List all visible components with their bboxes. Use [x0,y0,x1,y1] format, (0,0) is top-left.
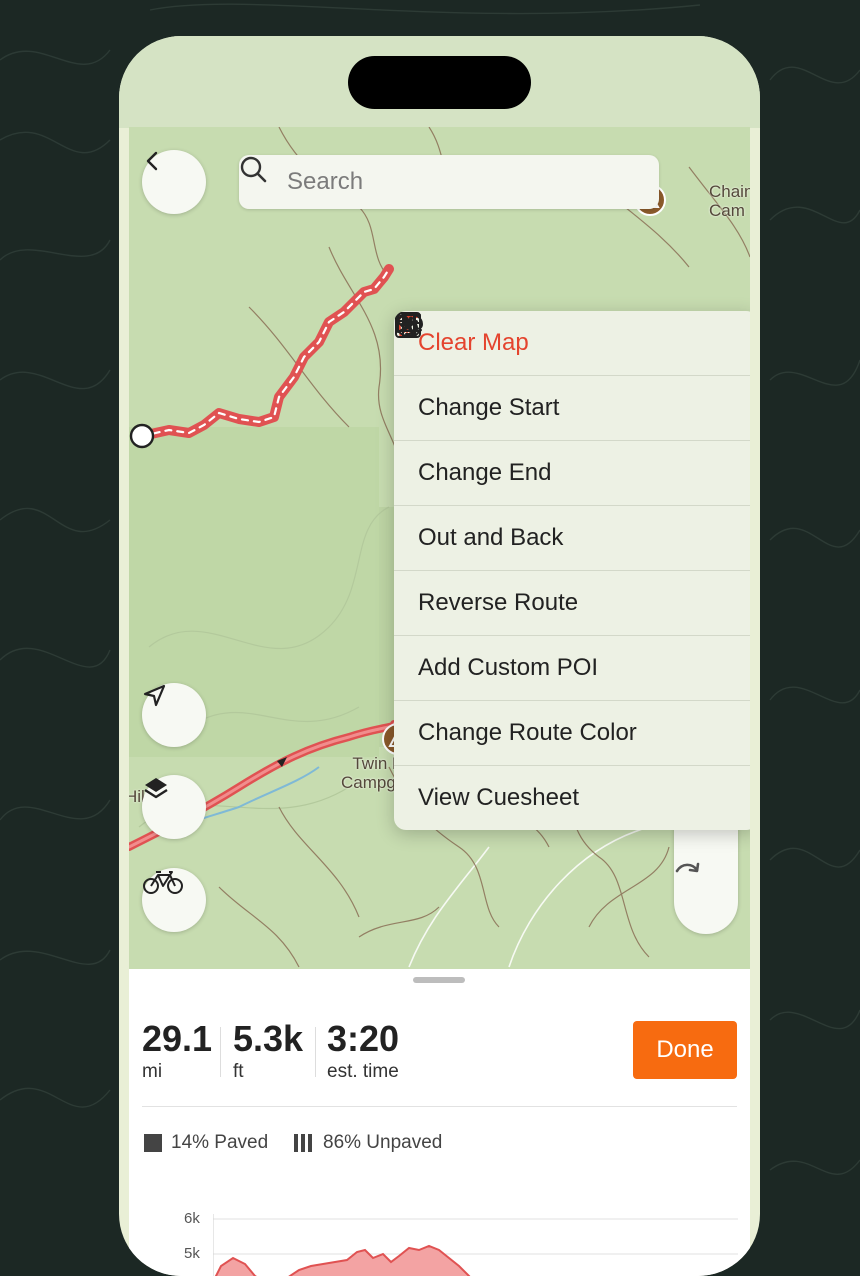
elevation-unit: ft [233,1061,244,1082]
layers-button[interactable] [142,775,206,839]
search-bar[interactable] [239,155,659,209]
menu-item-label: Add Custom POI [418,654,599,681]
redo-button[interactable] [674,861,738,934]
time-unit: est. time [327,1061,399,1082]
menu-item-change-start[interactable]: Change Start [394,313,750,440]
time-value: 3:20 [327,1018,400,1059]
map-view[interactable]: Twin Falls Campground Hill Chain Cam [129,127,750,969]
elevation-tick-label: 6k [184,1210,200,1227]
palette-icon [394,312,732,747]
menu-item-label: Change End [418,459,552,486]
divider [142,1106,737,1107]
menu-item-out-and-back[interactable]: Out and Back [394,313,750,570]
redo-icon [675,862,700,873]
paved-legend: 14% Paved [144,1132,268,1154]
menu-item-label: Out and Back [418,524,564,551]
stat-divider [315,1027,316,1077]
layers-icon [144,778,168,799]
elevation-tick-label: 5k [184,1245,200,1262]
locate-button[interactable] [142,683,206,747]
menu-item-change-route-color[interactable]: Change Route Color [394,312,750,765]
elevation-profile-area [214,1244,471,1276]
elevation-stat: 5.3k ft [233,1021,303,1083]
star-square-icon [395,312,732,682]
arrows-up-down-icon [396,313,732,552]
trash-icon [396,313,732,357]
menu-item-change-end[interactable]: Change End [394,312,750,505]
unpaved-legend: 86% Unpaved [294,1132,442,1154]
striped-swatch-icon [294,1134,314,1152]
sheet-drag-handle[interactable] [413,977,465,983]
bicycle-icon [143,871,183,894]
menu-item-label: Reverse Route [418,589,579,616]
menu-item-label: Change Start [418,394,560,421]
dynamic-island [348,56,531,109]
search-input[interactable] [285,167,649,197]
back-button[interactable] [142,150,206,214]
distance-value: 29.1 [142,1018,213,1059]
reverse-arrow-icon [396,314,732,617]
menu-item-label: View Cuesheet [418,784,579,811]
list-icon [395,313,732,812]
menu-item-label: Change Route Color [418,719,637,746]
activity-type-button[interactable] [142,868,206,932]
navigation-arrow-icon [143,684,166,707]
menu-item-reverse-route[interactable]: Reverse Route [394,314,750,635]
paved-label: 14% Paved [171,1132,269,1153]
menu-item-view-cuesheet[interactable]: View Cuesheet [394,313,750,830]
unpaved-label: 86% Unpaved [323,1132,443,1153]
stop-icon [395,312,732,487]
menu-item-add-custom-poi[interactable]: Add Custom POI [394,312,750,700]
phone-frame: Twin Falls Campground Hill Chain Cam [119,36,760,1276]
menu-item-clear-map[interactable]: Clear Map [394,311,750,375]
time-stat: 3:20 est. time [327,1021,399,1083]
stat-divider [220,1027,221,1077]
distance-stat: 29.1 mi [142,1021,212,1083]
place-label: Chain Cam [709,182,750,220]
chevron-left-icon [146,151,158,171]
menu-item-label: Clear Map [418,329,529,356]
solid-swatch-icon [144,1134,162,1152]
elevation-profile-chart[interactable] [213,1214,743,1276]
done-button[interactable]: Done [633,1021,737,1079]
elevation-value: 5.3k [233,1018,304,1059]
route-summary-sheet: 29.1 mi 5.3k ft 3:20 est. time Done 14% … [129,969,750,1276]
play-icon [397,313,732,422]
search-icon [240,156,279,197]
distance-unit: mi [142,1061,163,1082]
route-options-menu: Clear Map Change Start Change End Out an… [394,311,750,830]
